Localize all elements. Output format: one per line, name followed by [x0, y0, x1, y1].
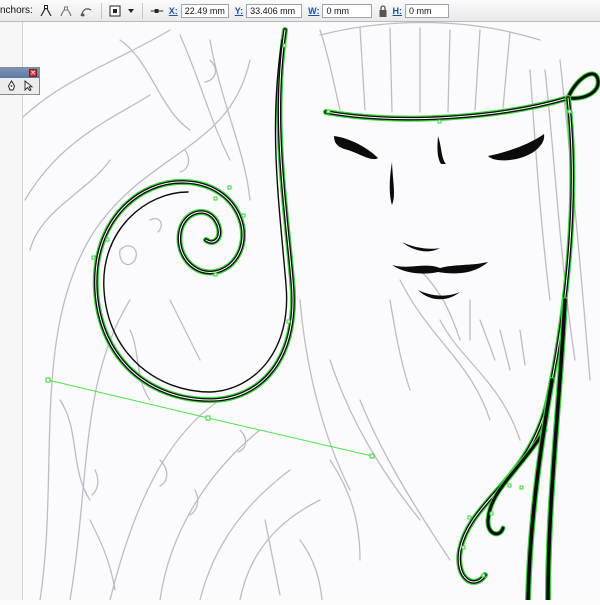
anchor-options-icon[interactable] [106, 2, 124, 20]
left-ruler [0, 22, 23, 600]
separator [100, 2, 102, 19]
remove-anchor-icon[interactable] [57, 2, 75, 20]
y-field-group: Y: [234, 3, 303, 18]
y-input[interactable] [246, 3, 303, 18]
control-bar: nchors: X: Y: W: H: [0, 0, 600, 22]
x-label: X: [168, 5, 178, 16]
smooth-anchor-icon[interactable] [77, 2, 95, 20]
w-label: W: [308, 5, 320, 16]
convert-anchor-icon[interactable] [37, 2, 55, 20]
direct-selection-icon[interactable] [23, 78, 34, 96]
pen-tool-icon[interactable] [6, 78, 17, 96]
separator [141, 2, 143, 19]
artboard-canvas[interactable] [0, 21, 600, 603]
h-input[interactable] [404, 3, 449, 18]
chevron-down-icon[interactable] [126, 2, 136, 20]
panel-tools [0, 78, 39, 95]
connect-anchor-icon[interactable] [147, 2, 167, 20]
floating-tool-panel[interactable]: ✕ [0, 67, 40, 95]
h-field-group: H: [392, 3, 449, 18]
face-features [334, 134, 545, 300]
w-input[interactable] [322, 3, 373, 18]
x-field-group: X: [168, 3, 229, 18]
close-icon[interactable]: ✕ [29, 69, 37, 77]
h-label: H: [392, 5, 402, 16]
lock-icon[interactable] [378, 4, 388, 18]
artwork[interactable] [0, 21, 600, 603]
x-input[interactable] [180, 3, 229, 18]
panel-title-bar[interactable]: ✕ [0, 68, 39, 78]
w-field-group: W: [308, 3, 373, 18]
anchors-label: nchors: [0, 5, 33, 16]
y-label: Y: [234, 5, 244, 16]
selected-paths[interactable] [47, 27, 600, 603]
